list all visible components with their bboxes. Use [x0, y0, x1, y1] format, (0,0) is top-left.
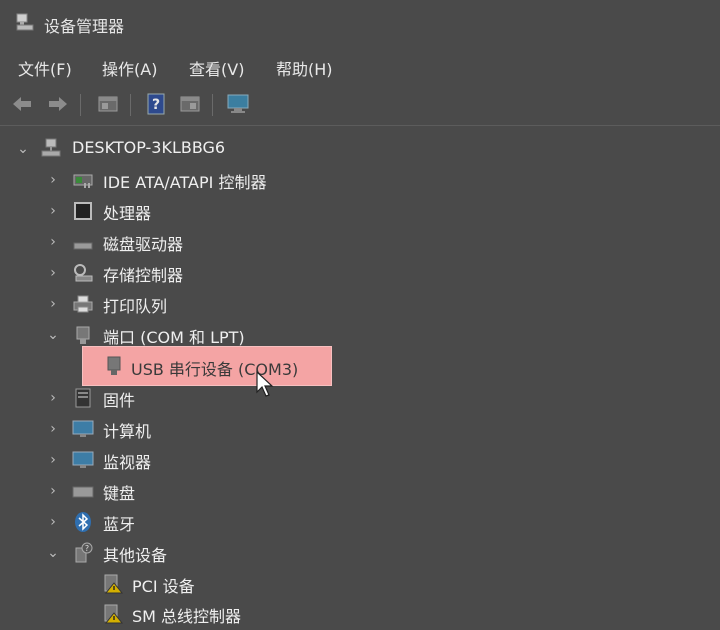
- title-bar: 设备管理器: [0, 0, 720, 46]
- toolbar-separator: [130, 94, 131, 116]
- toolbar-divider: [0, 125, 720, 126]
- keyboard-icon: [72, 486, 94, 498]
- mouse-cursor-icon: [256, 370, 274, 397]
- printer-icon: [73, 295, 93, 313]
- back-icon[interactable]: [8, 90, 36, 118]
- selected-row-usb-serial[interactable]: USB 串行设备 (COM3): [82, 346, 332, 386]
- monitor-icon[interactable]: [224, 90, 252, 118]
- disk-drive-icon: [73, 242, 93, 250]
- warning-device-icon: [104, 574, 124, 594]
- chevron-right-icon[interactable]: ›: [46, 452, 60, 468]
- usb-serial-icon: [107, 356, 121, 375]
- device-manager-icon: [16, 13, 34, 31]
- chevron-right-icon[interactable]: ›: [46, 514, 60, 530]
- monitor-device-icon: [72, 451, 94, 468]
- menu-help[interactable]: 帮助(H): [276, 56, 333, 80]
- window-title: 设备管理器: [44, 17, 125, 36]
- toolbar: ?: [0, 86, 720, 122]
- tree-item-printer[interactable]: 打印队列: [103, 293, 167, 317]
- firmware-icon: [75, 388, 91, 408]
- chevron-down-icon[interactable]: ⌄: [46, 545, 60, 561]
- tree-item-keyboard[interactable]: 键盘: [103, 480, 135, 504]
- chevron-down-icon[interactable]: ⌄: [46, 327, 60, 343]
- chevron-right-icon[interactable]: ›: [46, 234, 60, 250]
- ide-controller-icon: [73, 174, 93, 188]
- computer-root-icon: [41, 138, 61, 157]
- tree-item-ports[interactable]: 端口 (COM 和 LPT): [103, 324, 245, 348]
- tree-item-bluetooth[interactable]: 蓝牙: [103, 511, 135, 535]
- chevron-right-icon[interactable]: ›: [46, 203, 60, 219]
- tree-item-firmware[interactable]: 固件: [103, 387, 135, 411]
- tree-item-storage[interactable]: 存储控制器: [103, 262, 183, 286]
- tree-item-smbus[interactable]: SM 总线控制器: [132, 603, 241, 627]
- properties-icon[interactable]: [94, 90, 122, 118]
- chevron-down-icon[interactable]: ⌄: [16, 141, 30, 157]
- tree-item-ide[interactable]: IDE ATA/ATAPI 控制器: [103, 169, 266, 193]
- tree-item-processor[interactable]: 处理器: [103, 200, 151, 224]
- chevron-right-icon[interactable]: ›: [46, 421, 60, 437]
- menu-action[interactable]: 操作(A): [102, 56, 157, 80]
- other-devices-icon: ?: [75, 542, 93, 563]
- storage-controller-icon: [74, 264, 93, 282]
- tree-item-disk[interactable]: 磁盘驱动器: [103, 231, 183, 255]
- processor-icon: [74, 202, 92, 220]
- svg-text:?: ?: [85, 544, 89, 553]
- chevron-right-icon[interactable]: ›: [46, 172, 60, 188]
- tree-item-computer[interactable]: 计算机: [103, 418, 151, 442]
- chevron-right-icon[interactable]: ›: [46, 296, 60, 312]
- chevron-right-icon[interactable]: ›: [46, 483, 60, 499]
- menu-file[interactable]: 文件(F): [18, 56, 72, 80]
- bluetooth-icon: [75, 512, 91, 532]
- menu-view[interactable]: 查看(V): [189, 56, 244, 80]
- computer-icon: [72, 420, 94, 437]
- view-icon[interactable]: [176, 90, 204, 118]
- toolbar-separator: [212, 94, 213, 116]
- chevron-right-icon[interactable]: ›: [46, 265, 60, 281]
- menu-bar: 文件(F) 操作(A) 查看(V) 帮助(H): [0, 50, 720, 82]
- chevron-right-icon[interactable]: ›: [46, 390, 60, 406]
- tree-item-monitor[interactable]: 监视器: [103, 449, 151, 473]
- warning-device-icon: [104, 604, 124, 624]
- forward-icon[interactable]: [44, 90, 72, 118]
- port-icon: [76, 326, 90, 344]
- help-icon[interactable]: ?: [142, 90, 170, 118]
- svg-text:?: ?: [152, 97, 160, 113]
- toolbar-separator: [80, 94, 81, 116]
- tree-root-label[interactable]: DESKTOP-3KLBBG6: [72, 138, 225, 157]
- tree-item-other-devices[interactable]: 其他设备: [103, 542, 167, 566]
- tree-item-pci[interactable]: PCI 设备: [132, 573, 195, 597]
